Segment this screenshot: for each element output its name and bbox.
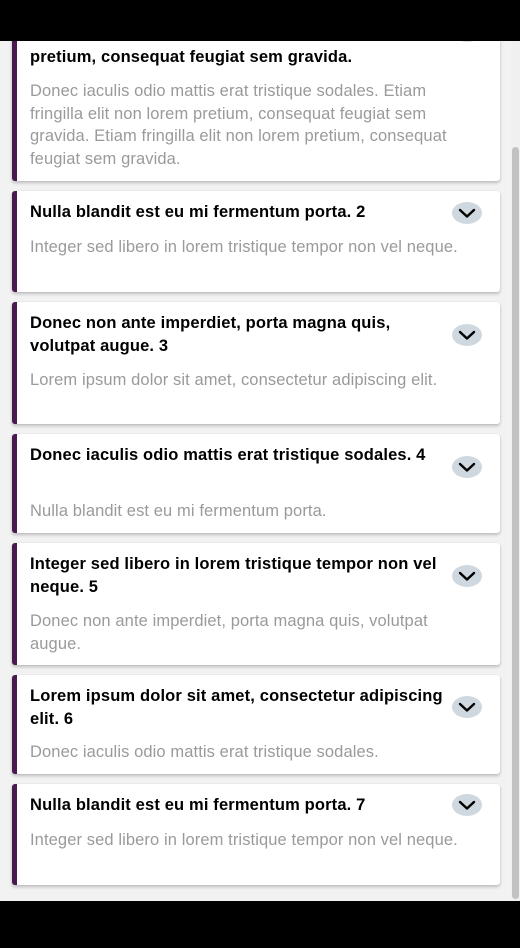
status-bar — [0, 0, 520, 41]
expand-toggle-button[interactable] — [452, 696, 482, 718]
chevron-down-icon — [458, 208, 476, 218]
accordion-item-title: Integer sed libero in lorem tristique te… — [30, 555, 437, 596]
accordion-item-body: Integer sed libero in lorem tristique te… — [30, 238, 458, 256]
navigation-bar — [0, 901, 520, 948]
accordion-item-body: Lorem ipsum dolor sit amet, consectetur … — [30, 371, 438, 389]
accordion-item-body: Donec non ante imperdiet, porta magna qu… — [30, 612, 428, 653]
accordion-item-title: Donec non ante imperdiet, porta magna qu… — [30, 314, 391, 355]
chevron-down-icon — [458, 702, 476, 712]
expand-toggle-button[interactable] — [452, 794, 482, 816]
expand-toggle-button[interactable] — [452, 456, 482, 478]
accordion-item-3[interactable]: Donec non ante imperdiet, porta magna qu… — [12, 302, 500, 424]
accordion-item-body: Donec iaculis odio mattis erat tristique… — [30, 743, 379, 761]
accordion-item-1[interactable]: pretium, consequat feugiat sem gravida. … — [12, 41, 500, 181]
scrollbar-track[interactable] — [511, 41, 520, 901]
chevron-down-icon — [458, 462, 476, 472]
accordion-item-title: pretium, consequat feugiat sem gravida. — [30, 48, 353, 66]
chevron-down-icon — [458, 571, 476, 581]
accordion-item-title: Lorem ipsum dolor sit amet, consectetur … — [30, 687, 443, 728]
accordion-item-title: Nulla blandit est eu mi fermentum porta.… — [30, 203, 366, 221]
accordion-item-body: Integer sed libero in lorem tristique te… — [30, 831, 458, 849]
chevron-down-icon — [458, 800, 476, 810]
expand-toggle-button[interactable] — [452, 565, 482, 587]
accordion-item-body: Nulla blandit est eu mi fermentum porta. — [30, 502, 327, 520]
expand-toggle-button[interactable] — [452, 202, 482, 224]
accordion-item-5[interactable]: Integer sed libero in lorem tristique te… — [12, 543, 500, 665]
accordion-item-2[interactable]: Nulla blandit est eu mi fermentum porta.… — [12, 191, 500, 292]
scrollbar-thumb[interactable] — [512, 147, 519, 899]
accordion-item-4[interactable]: Donec iaculis odio mattis erat tristique… — [12, 434, 500, 533]
accordion-item-title: Donec iaculis odio mattis erat tristique… — [30, 446, 426, 464]
expand-toggle-button[interactable] — [452, 41, 482, 42]
accordion-item-title: Nulla blandit est eu mi fermentum porta.… — [30, 796, 366, 814]
chevron-down-icon — [458, 330, 476, 340]
accordion-item-body: Donec iaculis odio mattis erat tristique… — [30, 82, 447, 168]
expand-toggle-button[interactable] — [452, 324, 482, 346]
accordion-item-6[interactable]: Lorem ipsum dolor sit amet, consectetur … — [12, 675, 500, 774]
accordion-scroll-area[interactable]: pretium, consequat feugiat sem gravida. … — [0, 41, 520, 901]
accordion-item-7[interactable]: Nulla blandit est eu mi fermentum porta.… — [12, 784, 500, 885]
